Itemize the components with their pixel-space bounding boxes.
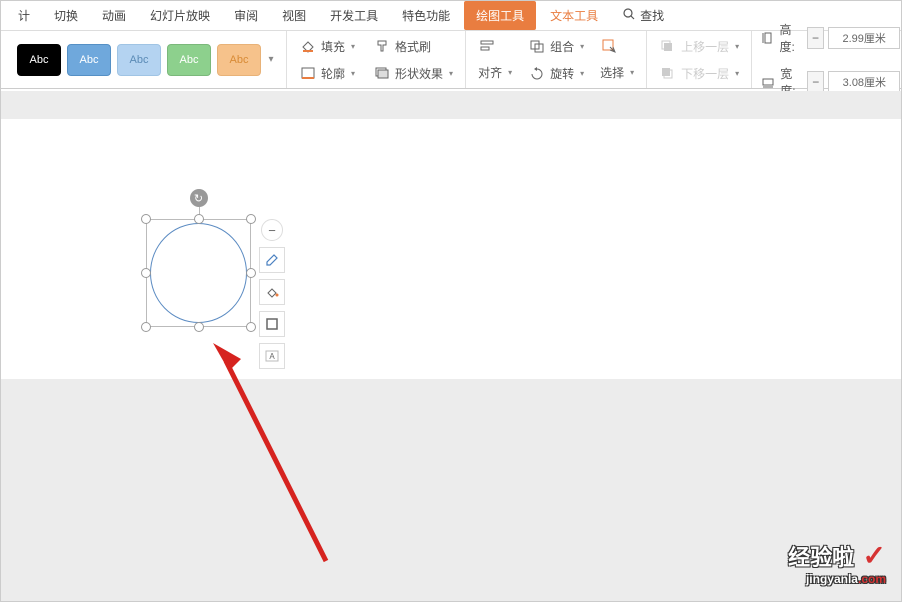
select-button[interactable]	[596, 36, 638, 56]
chevron-down-icon: ▾	[630, 68, 634, 77]
resize-handle-bm[interactable]	[194, 322, 204, 332]
width-icon	[760, 74, 776, 90]
menu-item[interactable]: 视图	[270, 1, 318, 30]
layer-group: 上移一层▾ 下移一层▾	[647, 31, 752, 88]
resize-handle-tl[interactable]	[141, 214, 151, 224]
menu-item[interactable]: 切换	[42, 1, 90, 30]
menu-item[interactable]: 动画	[90, 1, 138, 30]
ribbon-toolbar: Abc Abc Abc Abc Abc ▾ 填充▾ 轮廓▾ 格式刷 形状	[1, 31, 901, 89]
rotate-icon	[528, 65, 546, 81]
rotate-handle[interactable]: ↻	[190, 189, 208, 207]
fill-button[interactable]: 填充▾	[295, 36, 359, 57]
height-input[interactable]	[828, 27, 900, 49]
combine-icon	[528, 38, 546, 54]
align-button[interactable]	[474, 36, 516, 56]
width-input[interactable]	[828, 71, 900, 93]
style-preset-green[interactable]: Abc	[167, 44, 211, 76]
chevron-down-icon: ▾	[735, 69, 739, 78]
size-group: 高度: − + 宽度: − +	[752, 31, 902, 88]
style-preset-lightblue[interactable]: Abc	[117, 44, 161, 76]
menu-item[interactable]: 开发工具	[318, 1, 390, 30]
circle-shape[interactable]	[150, 223, 247, 323]
rotate-button[interactable]: 旋转▾	[524, 63, 588, 84]
find-button[interactable]: 查找	[610, 1, 676, 30]
height-icon	[760, 30, 775, 46]
align-icon	[478, 38, 496, 54]
format-group: 填充▾ 轮廓▾ 格式刷 形状效果▾	[287, 31, 466, 88]
menu-item[interactable]: 审阅	[222, 1, 270, 30]
style-preset-orange[interactable]: Abc	[217, 44, 261, 76]
watermark-check-icon: ✓	[863, 540, 886, 571]
outline-icon	[299, 65, 317, 81]
width-decrement[interactable]: −	[807, 71, 824, 93]
style-presets-group: Abc Abc Abc Abc Abc ▾	[6, 31, 287, 88]
find-label: 查找	[640, 7, 664, 24]
svg-text:A: A	[269, 352, 275, 361]
shape-float-toolbar: − A	[259, 219, 285, 369]
search-icon	[622, 7, 636, 24]
align-label[interactable]: 对齐▾	[474, 62, 516, 83]
fill-icon	[264, 284, 280, 300]
float-text-button[interactable]: A	[259, 343, 285, 369]
slide-page[interactable]	[1, 119, 901, 379]
selected-shape[interactable]: ↻	[146, 219, 251, 327]
menu-item[interactable]: 幻灯片放映	[138, 1, 222, 30]
resize-handle-tr[interactable]	[246, 214, 256, 224]
height-label: 高度:	[780, 21, 803, 55]
resize-handle-mr[interactable]	[246, 268, 256, 278]
menu-item[interactable]: 特色功能	[390, 1, 462, 30]
watermark: 经验啦 ✓ jingyanla.com	[788, 539, 886, 586]
bucket-icon	[299, 38, 317, 54]
send-backward-button[interactable]: 下移一层▾	[655, 63, 743, 84]
style-preset-blue[interactable]: Abc	[67, 44, 111, 76]
chevron-down-icon: ▾	[580, 42, 584, 51]
send-backward-icon	[659, 65, 677, 81]
presets-dropdown[interactable]: ▾	[264, 44, 278, 76]
float-pencil-button[interactable]	[259, 247, 285, 273]
chevron-down-icon: ▾	[735, 42, 739, 51]
chevron-down-icon: ▾	[351, 69, 355, 78]
chevron-down-icon: ▾	[351, 42, 355, 51]
float-collapse-button[interactable]: −	[261, 219, 283, 241]
combine-button[interactable]: 组合▾	[524, 36, 588, 57]
brush-icon	[373, 38, 391, 54]
watermark-url: jingyanla.com	[788, 572, 886, 586]
text-icon: A	[264, 348, 280, 364]
shape-effects-button[interactable]: 形状效果▾	[369, 63, 457, 84]
canvas-area[interactable]: ↻ − A 经验啦	[1, 91, 901, 601]
bring-forward-button[interactable]: 上移一层▾	[655, 36, 743, 57]
pointer-icon	[600, 38, 618, 54]
height-decrement[interactable]: −	[807, 27, 824, 49]
style-preset-black[interactable]: Abc	[17, 44, 61, 76]
resize-handle-ml[interactable]	[141, 268, 151, 278]
outline-button[interactable]: 轮廓▾	[295, 63, 359, 84]
resize-handle-bl[interactable]	[141, 322, 151, 332]
menu-item[interactable]: 计	[6, 1, 42, 30]
select-label[interactable]: 选择▾	[596, 62, 638, 83]
resize-handle-br[interactable]	[246, 322, 256, 332]
pencil-icon	[264, 252, 280, 268]
watermark-text: 经验啦	[788, 540, 854, 572]
chevron-down-icon: ▾	[508, 68, 512, 77]
rect-outline-icon	[264, 316, 280, 332]
format-brush-button[interactable]: 格式刷	[369, 36, 457, 57]
menu-drawing-tools[interactable]: 绘图工具	[464, 1, 536, 30]
arrange-group: 对齐▾ 组合▾ 旋转▾ 选择▾	[466, 31, 647, 88]
resize-handle-tm[interactable]	[194, 214, 204, 224]
chevron-down-icon: ▾	[580, 69, 584, 78]
float-fill-button[interactable]	[259, 279, 285, 305]
menu-text-tools[interactable]: 文本工具	[538, 1, 610, 30]
float-outline-button[interactable]	[259, 311, 285, 337]
bring-forward-icon	[659, 38, 677, 54]
effects-icon	[373, 65, 391, 81]
chevron-down-icon: ▾	[449, 69, 453, 78]
